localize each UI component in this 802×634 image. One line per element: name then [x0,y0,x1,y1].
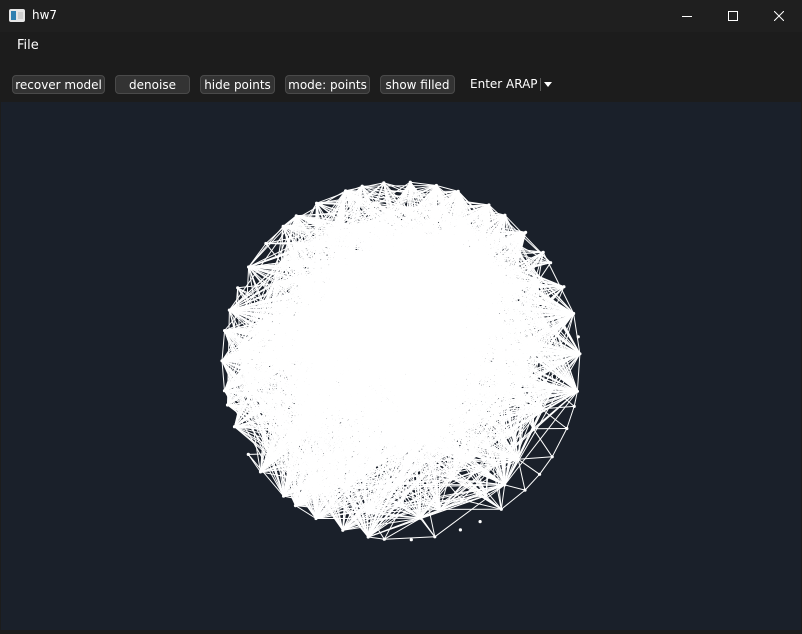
mesh-edge [518,457,552,460]
mesh-edge [540,457,553,475]
window-title: hw7 [32,8,57,22]
show-filled-button[interactable]: show filled [380,75,455,94]
mesh-edge [410,182,436,185]
app-window-icon [9,9,25,22]
maximize-button[interactable] [710,0,756,32]
title-bar[interactable]: hw7 [0,0,802,32]
recover-model-button[interactable]: recover model [12,75,105,94]
hide-points-button[interactable]: hide points [200,75,275,94]
mesh-edge [505,485,525,490]
dropdown-separator [540,78,541,91]
menu-bar: File [0,32,802,60]
mesh-edge [552,429,567,457]
mesh-edge [501,490,525,509]
mesh-edge [368,537,384,539]
mesh-edge [567,406,574,428]
minimize-icon [682,11,692,21]
maximize-icon [728,11,738,21]
mesh-canvas[interactable] [1,102,801,630]
mode-button[interactable]: mode: points [285,75,370,94]
close-icon [774,11,784,21]
minimize-button[interactable] [664,0,710,32]
mesh-edge [384,537,435,539]
denoise-button[interactable]: denoise [115,75,190,94]
mesh-edge [533,429,552,457]
arap-dropdown-value: Enter ARAP [470,77,538,91]
mesh-edge [222,331,225,361]
mesh-edge [435,485,505,537]
arap-dropdown[interactable]: Enter ARAP [464,75,556,94]
mesh-edge [362,186,436,187]
close-button[interactable] [756,0,802,32]
mesh-edge [525,474,540,490]
toolbar: recover model denoise hide points mode: … [0,60,802,102]
mesh-edge [577,354,580,392]
menu-file[interactable]: File [17,38,39,53]
mesh-edge [501,485,504,509]
mesh-view [1,102,801,630]
chevron-down-icon [544,82,552,87]
